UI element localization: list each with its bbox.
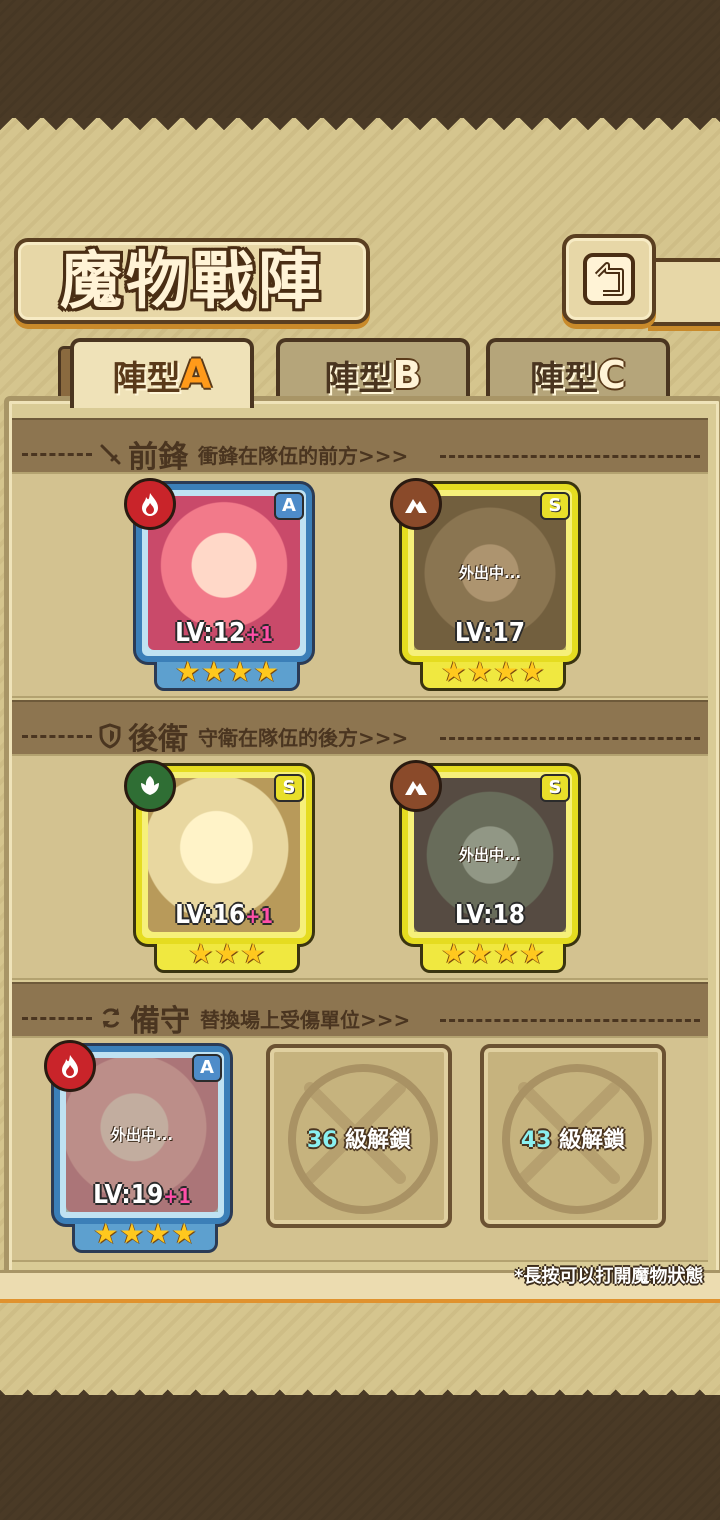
dash-line bbox=[22, 734, 92, 738]
star-icon: ★ bbox=[519, 937, 545, 970]
level-label: LV:17 bbox=[454, 618, 526, 648]
rarity-badge: A bbox=[274, 492, 304, 520]
rarity-badge: S bbox=[540, 492, 570, 520]
star-icon: ★ bbox=[145, 1217, 171, 1250]
dash-line bbox=[440, 455, 700, 458]
fire-element-icon bbox=[44, 1040, 96, 1092]
tab-letter: B bbox=[392, 353, 422, 397]
tab-label: 陣型 bbox=[530, 358, 599, 399]
star-rating: ★ ★ ★ ★ bbox=[72, 1217, 218, 1253]
rarity-badge: S bbox=[540, 774, 570, 802]
fire-element-icon bbox=[124, 478, 176, 530]
star-icon: ★ bbox=[171, 1217, 197, 1250]
section-desc: 替換場上受傷單位>>> bbox=[200, 1007, 411, 1032]
star-rating: ★ ★ ★ ★ bbox=[420, 937, 566, 973]
star-icon: ★ bbox=[519, 655, 545, 688]
star-rating: ★ ★ ★ bbox=[154, 937, 300, 973]
star-icon: ★ bbox=[240, 937, 266, 970]
star-icon: ★ bbox=[214, 937, 240, 970]
section-title: 前鋒 bbox=[128, 440, 188, 475]
star-icon: ★ bbox=[253, 655, 279, 688]
rearguard-header: 後衛 守衛在隊伍的後方>>> bbox=[22, 714, 408, 758]
swap-icon bbox=[102, 1008, 120, 1028]
sword-icon bbox=[100, 444, 121, 465]
star-icon: ★ bbox=[227, 655, 253, 688]
locked-slot-2: 43 級解鎖 bbox=[480, 1044, 666, 1228]
dash-line bbox=[440, 737, 700, 740]
section-title: 後衛 bbox=[128, 722, 188, 757]
reserve-header: 備守 替換場上受傷單位>>> bbox=[22, 996, 410, 1040]
unlock-level-label: 43 級解鎖 bbox=[520, 1128, 626, 1153]
vanguard-header: 前鋒 衝鋒在隊伍的前方>>> bbox=[22, 432, 408, 476]
star-icon: ★ bbox=[119, 1217, 145, 1250]
star-icon: ★ bbox=[493, 937, 519, 970]
dash-line bbox=[22, 1016, 92, 1020]
tab-letter: A bbox=[180, 352, 212, 398]
tab-letter: C bbox=[598, 353, 626, 397]
vanguard-slots-band bbox=[12, 472, 708, 698]
earth-element-icon bbox=[390, 760, 442, 812]
tab-label: 陣型 bbox=[112, 358, 181, 399]
earth-element-icon bbox=[390, 478, 442, 530]
rarity-badge: A bbox=[192, 1054, 222, 1082]
bottom-map-band bbox=[0, 1395, 720, 1520]
dash-line bbox=[440, 1019, 700, 1022]
back-arrow-icon bbox=[583, 253, 635, 305]
star-icon: ★ bbox=[441, 655, 467, 688]
rearguard-slots-band bbox=[12, 754, 708, 980]
locked-slot-1: 36 級解鎖 bbox=[266, 1044, 452, 1228]
star-icon: ★ bbox=[467, 655, 493, 688]
away-status: 外出中... bbox=[458, 564, 522, 582]
shield-icon bbox=[99, 723, 121, 749]
rarity-badge: S bbox=[274, 774, 304, 802]
long-press-hint: *長按可以打開魔物狀態 bbox=[514, 1266, 704, 1287]
title-plate: 魔物戰陣 bbox=[14, 238, 370, 324]
section-title: 備守 bbox=[130, 1004, 190, 1039]
star-icon: ★ bbox=[467, 937, 493, 970]
back-button-strip bbox=[648, 258, 720, 326]
page-title: 魔物戰陣 bbox=[59, 244, 324, 317]
away-status: 外出中... bbox=[110, 1126, 174, 1144]
section-desc: 守衛在隊伍的後方>>> bbox=[198, 725, 409, 750]
star-icon: ★ bbox=[201, 655, 227, 688]
tab-label: 陣型 bbox=[324, 358, 393, 399]
level-label: LV:16+1 bbox=[175, 900, 273, 930]
wood-element-icon bbox=[124, 760, 176, 812]
star-icon: ★ bbox=[441, 937, 467, 970]
star-icon: ★ bbox=[493, 655, 519, 688]
level-label: LV:12+1 bbox=[175, 618, 273, 648]
torn-edge-top bbox=[0, 118, 720, 140]
away-status: 外出中... bbox=[458, 846, 522, 864]
star-icon: ★ bbox=[93, 1217, 119, 1250]
unlock-level-label: 36 級解鎖 bbox=[306, 1128, 412, 1153]
star-rating: ★ ★ ★ ★ bbox=[154, 655, 300, 691]
back-button[interactable] bbox=[562, 234, 656, 324]
star-icon: ★ bbox=[175, 655, 201, 688]
top-map-band bbox=[0, 0, 720, 125]
star-icon: ★ bbox=[188, 937, 214, 970]
tab-formation-a[interactable]: 陣型 A bbox=[70, 338, 254, 408]
dash-line bbox=[22, 452, 92, 456]
section-desc: 衝鋒在隊伍的前方>>> bbox=[198, 443, 409, 468]
level-label: LV:18 bbox=[454, 900, 526, 930]
star-rating: ★ ★ ★ ★ bbox=[420, 655, 566, 691]
level-label: LV:19+1 bbox=[93, 1180, 191, 1210]
